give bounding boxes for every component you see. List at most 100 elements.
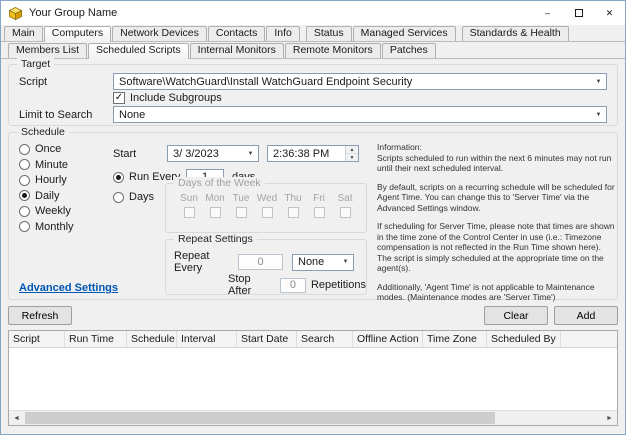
day-sun-checkbox[interactable] (183, 207, 195, 218)
day-label-sun: Sun (180, 193, 198, 204)
column-header-start-date[interactable]: Start Date (237, 331, 297, 347)
tab-standards-health[interactable]: Standards & Health (461, 26, 569, 41)
stop-after-input[interactable] (279, 277, 306, 293)
spin-up-icon[interactable]: ▲ (346, 146, 358, 154)
group-window: Your Group Name – ✕ Main Computers Netwo… (0, 0, 626, 435)
schedule-legend: Schedule (17, 126, 69, 138)
table-header: Script Run Time Schedule Interval Start … (9, 331, 617, 348)
column-header-filler (561, 331, 617, 347)
include-subgroups-checkbox[interactable] (113, 92, 125, 104)
day-label-mon: Mon (205, 193, 225, 204)
scroll-left-button[interactable]: ◄ (9, 411, 24, 425)
column-header-scheduled-by[interactable]: Scheduled By (487, 331, 561, 347)
tab-managed-services[interactable]: Managed Services (352, 26, 456, 41)
limit-to-search-row: Limit to Search None ▼ (19, 106, 607, 123)
column-header-interval[interactable]: Interval (177, 331, 237, 347)
tab-internal-monitors[interactable]: Internal Monitors (189, 43, 284, 58)
scheduled-scripts-table: Script Run Time Schedule Interval Start … (8, 330, 618, 426)
repeat-every-row: Repeat Every None ▼ (174, 250, 354, 274)
repeat-every-label: Repeat Every (174, 250, 210, 274)
sub-tab-strip: Members List Scheduled Scripts Internal … (1, 42, 625, 59)
day-fri-checkbox[interactable] (313, 207, 325, 218)
repeat-settings-legend: Repeat Settings (174, 233, 257, 245)
start-date-value: 3/ 3/2023 (173, 147, 219, 160)
maximize-button[interactable] (563, 1, 594, 25)
time-spinner: ▲ ▼ (345, 146, 358, 161)
radio-monthly[interactable]: Monthly (19, 221, 74, 233)
close-button[interactable]: ✕ (594, 1, 625, 25)
titlebar[interactable]: Your Group Name – ✕ (1, 1, 625, 25)
radio-minute[interactable]: Minute (19, 159, 74, 171)
frequency-radio-group: Once Minute Hourly Daily Weekly Monthly (19, 143, 74, 236)
radio-monthly-label: Monthly (35, 220, 74, 233)
info-paragraph: Scripts scheduled to run within the next… (377, 152, 612, 174)
radio-daily[interactable]: Daily (19, 190, 74, 202)
column-header-script[interactable]: Script (9, 331, 65, 347)
include-subgroups-row[interactable]: Include Subgroups (113, 92, 607, 104)
start-date-picker[interactable]: 3/ 3/2023 ▼ (167, 145, 259, 162)
days-radio-label: Days (129, 191, 155, 203)
tab-remote-monitors[interactable]: Remote Monitors (284, 43, 381, 58)
column-header-run-time[interactable]: Run Time (65, 331, 127, 347)
window-title: Your Group Name (29, 7, 118, 19)
tab-members-list[interactable]: Members List (8, 43, 88, 58)
tab-patches[interactable]: Patches (381, 43, 436, 58)
minimize-button[interactable]: – (532, 1, 563, 25)
start-row: Start 3/ 3/2023 ▼ 2:36:38 PM ▲ ▼ (113, 145, 359, 162)
column-header-search[interactable]: Search (297, 331, 353, 347)
tab-main[interactable]: Main (4, 26, 43, 41)
spin-down-icon[interactable]: ▼ (346, 154, 358, 161)
tab-scheduled-scripts[interactable]: Scheduled Scripts (88, 43, 189, 59)
repeat-every-input[interactable] (238, 254, 283, 270)
column-header-time-zone[interactable]: Time Zone (423, 331, 487, 347)
limit-to-search-label: Limit to Search (19, 108, 93, 121)
radio-weekly[interactable]: Weekly (19, 205, 74, 217)
radio-hourly-label: Hourly (35, 174, 67, 186)
day-mon-checkbox[interactable] (209, 207, 221, 218)
radio-icon (19, 205, 30, 217)
day-col-mon: Mon (202, 193, 228, 221)
tab-network-devices[interactable]: Network Devices (112, 26, 207, 41)
day-sat-checkbox[interactable] (339, 207, 351, 218)
day-label-wed: Wed (256, 193, 278, 204)
days-radio[interactable] (113, 191, 124, 203)
radio-icon (19, 190, 30, 201)
maximize-icon (574, 9, 583, 17)
column-header-schedule[interactable]: Schedule (127, 331, 177, 347)
tab-status[interactable]: Status (305, 26, 352, 41)
start-time-picker[interactable]: 2:36:38 PM ▲ ▼ (267, 145, 359, 162)
chevron-down-icon: ▼ (595, 78, 602, 85)
information-panel: Information: Scripts scheduled to run wi… (377, 142, 615, 311)
radio-hourly[interactable]: Hourly (19, 174, 74, 186)
day-wed-checkbox[interactable] (261, 207, 273, 218)
day-col-sun: Sun (176, 193, 202, 221)
scroll-right-button[interactable]: ► (602, 411, 617, 425)
run-every-radio[interactable] (113, 171, 124, 183)
advanced-settings-link[interactable]: Advanced Settings (19, 282, 118, 294)
day-tue-checkbox[interactable] (235, 207, 247, 218)
include-subgroups-label: Include Subgroups (130, 92, 222, 104)
chevron-down-icon: ▼ (247, 150, 254, 157)
column-header-offline-action[interactable]: Offline Action (353, 331, 423, 347)
day-label-fri: Fri (313, 193, 325, 204)
info-paragraph: Additionally, 'Agent Time' is not applic… (377, 281, 595, 303)
day-col-tue: Tue (228, 193, 254, 221)
radio-icon (19, 159, 30, 170)
scrollbar-thumb[interactable] (25, 412, 495, 424)
radio-once[interactable]: Once (19, 143, 74, 155)
tab-info[interactable]: Info (266, 26, 300, 41)
days-mode-row[interactable]: Days (113, 191, 154, 203)
tab-contacts[interactable]: Contacts (207, 26, 266, 41)
radio-minute-label: Minute (35, 158, 69, 171)
day-col-thu: Thu (280, 193, 306, 221)
repeat-unit-dropdown[interactable]: None ▼ (292, 253, 354, 271)
tab-computers[interactable]: Computers (43, 26, 112, 42)
limit-to-search-dropdown[interactable]: None ▼ (113, 106, 607, 123)
refresh-button[interactable]: Refresh (8, 306, 72, 325)
day-thu-checkbox[interactable] (287, 207, 299, 218)
script-dropdown[interactable]: Software\WatchGuard\Install WatchGuard E… (113, 73, 607, 90)
script-label: Script (19, 75, 48, 88)
target-legend: Target (17, 58, 55, 70)
chevron-down-icon: ▼ (342, 259, 349, 265)
horizontal-scrollbar[interactable]: ◄ ► (9, 410, 617, 425)
